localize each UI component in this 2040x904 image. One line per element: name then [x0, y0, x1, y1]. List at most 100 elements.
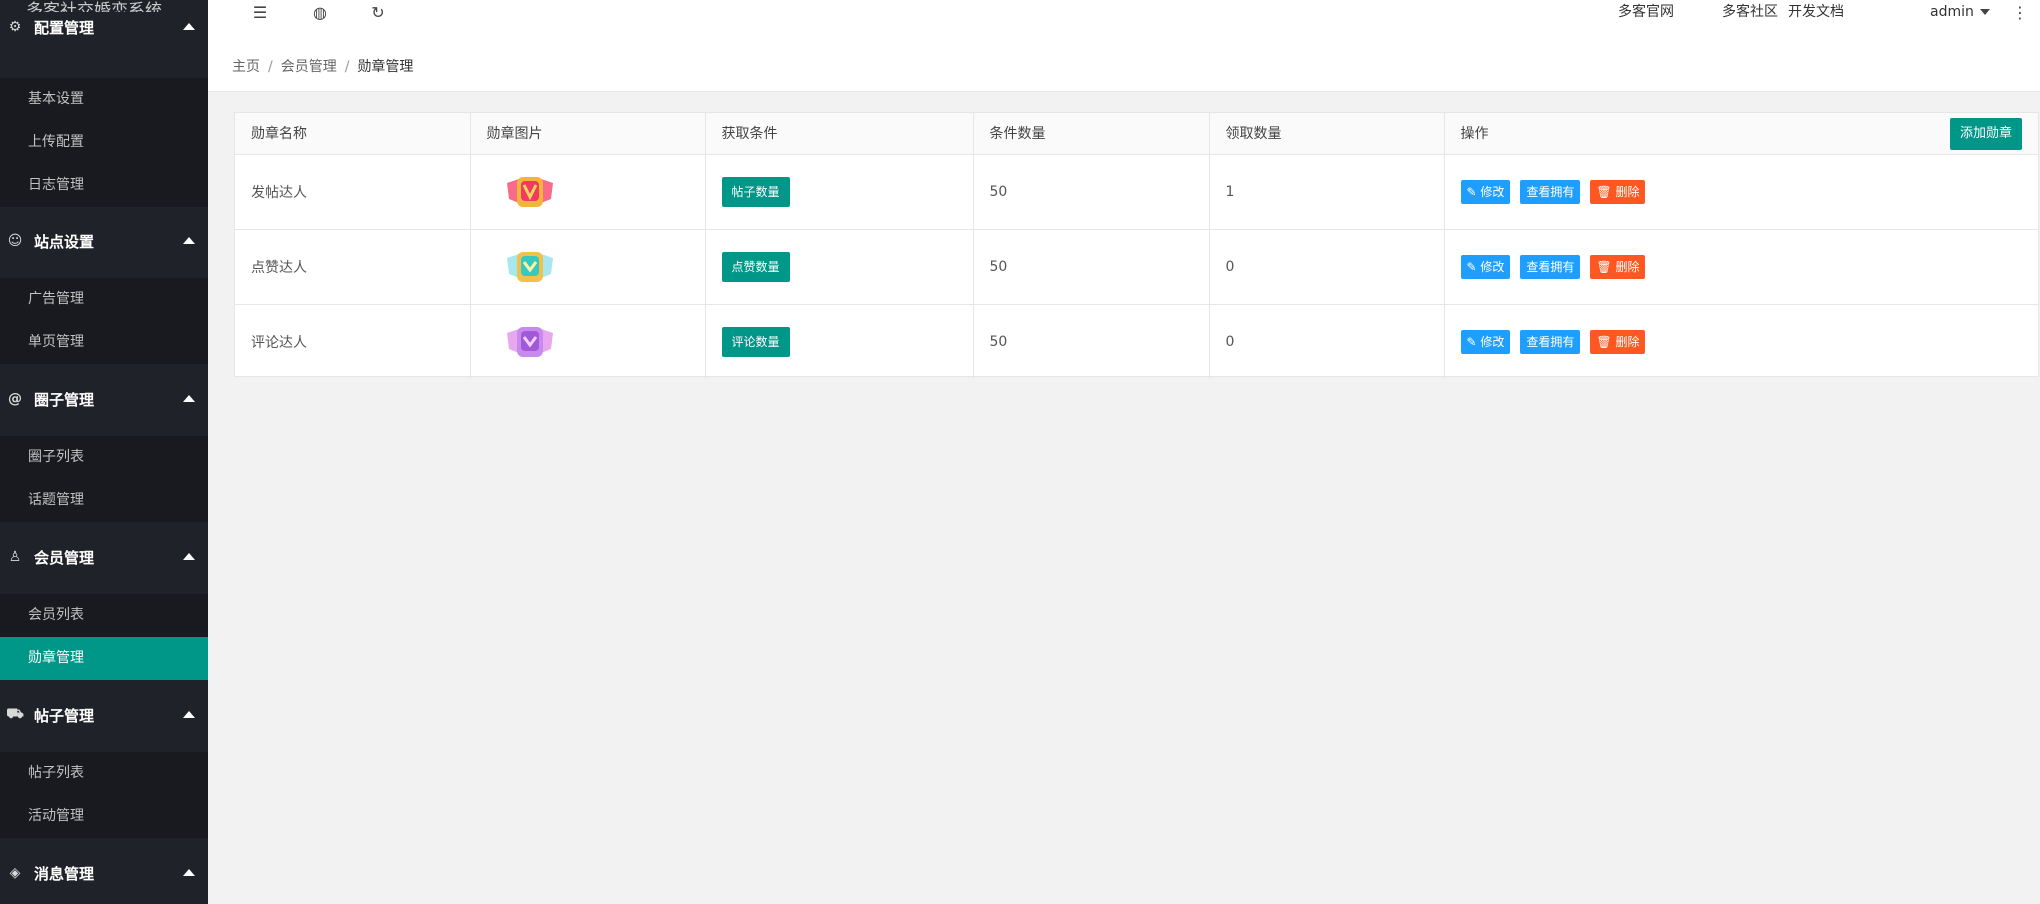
medal-badge-icon: [506, 326, 553, 357]
menu-toggle-icon[interactable]: ☰: [248, 0, 272, 26]
add-medal-button[interactable]: 添加勋章: [1949, 118, 2022, 150]
delete-button[interactable]: 🗑 删除: [1590, 179, 1646, 204]
medal-image-cell: [470, 154, 706, 230]
edit-button[interactable]: ✎ 修改: [1460, 254, 1511, 279]
col-header-count: 条件数量: [973, 113, 1210, 155]
medal-table: 勋章名称 勋章图片 获取条件 条件数量 领取数量 操作 添加勋章 发帖达人 帖子…: [235, 113, 2038, 379]
col-header-claimed: 领取数量: [1209, 113, 1445, 155]
edit-button[interactable]: ✎ 修改: [1460, 329, 1511, 354]
sidebar-item-pages[interactable]: 单页管理: [0, 321, 208, 364]
actions-cell: ✎ 修改 查看拥有 🗑 删除: [1444, 154, 2038, 230]
table-header-row: 勋章名称 勋章图片 获取条件 条件数量 领取数量 操作 添加勋章: [235, 113, 2038, 155]
condition-count: 50: [973, 304, 1210, 379]
sidebar-submenu-site: 广告管理 单页管理: [0, 278, 208, 364]
medal-name: 发帖达人: [235, 154, 471, 230]
sidebar-group-messages[interactable]: ◈ 消息管理: [0, 844, 208, 902]
sidebar-item-basic-settings[interactable]: 基本设置: [0, 78, 208, 121]
edit-button[interactable]: ✎ 修改: [1460, 179, 1511, 204]
view-owners-button[interactable]: 查看拥有: [1520, 329, 1581, 354]
col-header-actions: 操作 添加勋章: [1444, 113, 2038, 155]
trash-icon: 🗑: [1596, 259, 1616, 274]
caret-up-icon: [183, 553, 195, 560]
sidebar-item-ads[interactable]: 广告管理: [0, 278, 208, 321]
condition-cell: 点赞数量: [705, 229, 974, 305]
sidebar-item-logs[interactable]: 日志管理: [0, 164, 208, 207]
refresh-icon[interactable]: ↻: [366, 0, 390, 26]
breadcrumb-current: 勋章管理: [357, 59, 414, 75]
sidebar-item-topics[interactable]: 话题管理: [0, 479, 208, 522]
sidebar-submenu-member: 会员列表 勋章管理: [0, 594, 208, 680]
cart-icon: ⛟: [6, 706, 24, 722]
sidebar-group-circle[interactable]: @ 圈子管理: [0, 370, 208, 428]
condition-cell: 评论数量: [705, 304, 974, 379]
condition-tag: 点赞数量: [721, 251, 790, 282]
trash-icon: 🗑: [1596, 334, 1616, 349]
trash-icon: 🗑: [1596, 184, 1616, 199]
sidebar: 多客社交婚恋系统 ⚙ 配置管理 基本设置 上传配置 日志管理 ☺ 站点设置 广告…: [0, 0, 208, 904]
table-row: 发帖达人 帖子数量 50 1 ✎ 修改 查看拥有 🗑 删除: [235, 154, 2038, 230]
breadcrumb-parent[interactable]: 会员管理: [281, 59, 337, 75]
delete-button[interactable]: 🗑 删除: [1590, 254, 1646, 279]
link-docs[interactable]: 开发文档: [1788, 0, 1844, 24]
col-header-condition: 获取条件: [705, 113, 974, 155]
caret-down-icon: [1979, 9, 1990, 15]
condition-tag: 评论数量: [721, 326, 790, 357]
col-header-name: 勋章名称: [235, 113, 471, 155]
sidebar-item-activities[interactable]: 活动管理: [0, 795, 208, 838]
delete-button[interactable]: 🗑 删除: [1590, 329, 1646, 354]
medal-name: 点赞达人: [235, 229, 471, 305]
sidebar-item-medals[interactable]: 勋章管理: [0, 637, 208, 680]
condition-count: 50: [973, 154, 1210, 230]
actions-cell: ✎ 修改 查看拥有 🗑 删除: [1444, 229, 2038, 305]
medal-table-card: 勋章名称 勋章图片 获取条件 条件数量 领取数量 操作 添加勋章 发帖达人 帖子…: [234, 112, 2039, 379]
medal-name: 评论达人: [235, 304, 471, 379]
caret-up-icon: [183, 23, 195, 30]
caret-up-icon: [183, 395, 195, 402]
gear-icon: ⚙: [8, 19, 22, 35]
user-name: admin: [1930, 4, 1974, 20]
actions-cell: ✎ 修改 查看拥有 🗑 删除: [1444, 304, 2038, 379]
caret-up-icon: [183, 237, 195, 244]
claimed-count: 0: [1209, 229, 1445, 305]
sidebar-group-posts[interactable]: ⛟ 帖子管理: [0, 686, 208, 744]
sidebar-group-site[interactable]: ☺ 站点设置: [0, 212, 208, 270]
medal-image-cell: [470, 304, 706, 379]
sidebar-group-config[interactable]: ⚙ 配置管理: [0, 12, 208, 42]
sidebar-item-upload-config[interactable]: 上传配置: [0, 121, 208, 164]
col-header-image: 勋章图片: [470, 113, 706, 155]
sidebar-submenu-posts: 帖子列表 活动管理: [0, 752, 208, 838]
sidebar-item-circle-list[interactable]: 圈子列表: [0, 436, 208, 479]
medal-image-cell: [470, 229, 706, 305]
condition-count: 50: [973, 229, 1210, 305]
condition-tag: 帖子数量: [721, 176, 790, 207]
sidebar-item-member-list[interactable]: 会员列表: [0, 594, 208, 637]
medal-badge-icon: [506, 176, 553, 207]
user-menu[interactable]: admin: [1930, 0, 1990, 24]
breadcrumb: 主页 / 会员管理 / 勋章管理: [232, 59, 414, 75]
sidebar-submenu-circle: 圈子列表 话题管理: [0, 436, 208, 522]
condition-cell: 帖子数量: [705, 154, 974, 230]
pencil-icon: ✎: [1466, 259, 1481, 274]
sidebar-submenu-config: 基本设置 上传配置 日志管理: [0, 78, 208, 207]
user-icon: ♙: [8, 549, 22, 565]
breadcrumb-bar: 主页 / 会员管理 / 勋章管理: [208, 38, 2040, 92]
link-community[interactable]: 多客社区: [1722, 0, 1778, 24]
claimed-count: 0: [1209, 304, 1445, 379]
message-icon: ◈: [9, 865, 21, 881]
caret-up-icon: [183, 869, 195, 876]
site-icon: ☺: [7, 233, 23, 249]
at-icon: @: [8, 391, 22, 407]
link-official-site[interactable]: 多客官网: [1618, 0, 1674, 24]
table-row: 点赞达人 点赞数量 50 0 ✎ 修改 查看拥有 🗑 删除: [235, 229, 2038, 305]
breadcrumb-home[interactable]: 主页: [232, 59, 260, 75]
view-owners-button[interactable]: 查看拥有: [1520, 254, 1581, 279]
caret-up-icon: [183, 711, 195, 718]
view-owners-button[interactable]: 查看拥有: [1520, 179, 1581, 204]
claimed-count: 1: [1209, 154, 1445, 230]
table-row: 评论达人 评论数量 50 0 ✎ 修改 查看拥有 🗑 删除: [235, 304, 2038, 379]
more-vertical-icon[interactable]: ⋮: [2008, 0, 2032, 26]
sidebar-item-post-list[interactable]: 帖子列表: [0, 752, 208, 795]
sidebar-group-member[interactable]: ♙ 会员管理: [0, 528, 208, 586]
pencil-icon: ✎: [1466, 334, 1481, 349]
globe-icon[interactable]: ◍: [308, 0, 332, 26]
